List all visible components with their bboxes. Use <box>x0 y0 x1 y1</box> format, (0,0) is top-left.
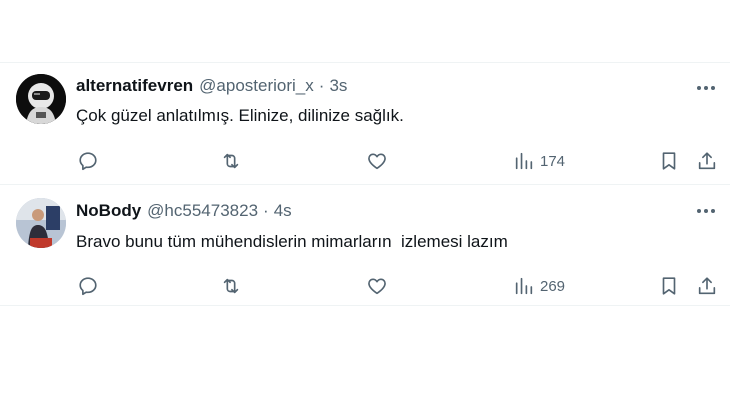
action-bar: 269 <box>0 271 730 301</box>
retweet-button[interactable] <box>220 146 242 176</box>
views-button[interactable]: 174 <box>513 146 565 176</box>
like-button[interactable] <box>366 146 388 176</box>
share-button[interactable] <box>696 271 718 301</box>
tweet[interactable]: alternatifevren @aposteriori_x · 3s Çok … <box>0 62 730 184</box>
bookmark-icon <box>662 152 676 170</box>
tweet[interactable]: NoBody @hc55473823 · 4s Bravo bunu tüm m… <box>0 185 730 305</box>
share-icon <box>698 277 716 295</box>
person-photo-avatar-icon <box>16 198 66 248</box>
views-count: 174 <box>540 152 566 170</box>
reply-icon <box>79 152 97 171</box>
reply-button[interactable] <box>77 271 99 301</box>
retweet-button[interactable] <box>220 271 242 301</box>
user-handle[interactable]: @aposteriori_x <box>199 76 314 96</box>
user-handle[interactable]: @hc55473823 <box>147 201 258 221</box>
astronaut-avatar-icon <box>16 74 66 124</box>
bookmark-button[interactable] <box>658 146 680 176</box>
bookmark-button[interactable] <box>658 271 680 301</box>
more-dots-icon[interactable] <box>694 201 718 221</box>
avatar[interactable] <box>16 198 66 248</box>
separator-dot: · <box>263 201 269 220</box>
action-bar: 174 <box>0 146 730 176</box>
like-button[interactable] <box>366 271 388 301</box>
tweet-text: Çok güzel anlatılmış. Elinize, dilinize … <box>76 106 404 125</box>
tweet-text: Bravo bunu tüm mühendislerin mimarların … <box>76 232 508 251</box>
views-button[interactable]: 269 <box>513 271 565 301</box>
tweet-header: alternatifevren @aposteriori_x · 3s <box>76 76 347 96</box>
timestamp[interactable]: 4s <box>274 201 292 221</box>
share-icon <box>698 152 716 170</box>
retweet-icon <box>223 278 239 294</box>
timestamp[interactable]: 3s <box>329 76 347 96</box>
like-heart-icon <box>368 278 386 295</box>
views-bar-chart-icon <box>515 277 533 295</box>
avatar[interactable] <box>16 74 66 124</box>
display-name[interactable]: NoBody <box>76 201 141 221</box>
divider <box>0 305 730 306</box>
reply-button[interactable] <box>77 146 99 176</box>
display-name[interactable]: alternatifevren <box>76 76 193 96</box>
separator-dot: · <box>318 76 325 95</box>
views-bar-chart-icon <box>515 152 533 170</box>
tweet-header: NoBody @hc55473823 · 4s <box>76 201 292 221</box>
share-button[interactable] <box>696 146 718 176</box>
bookmark-icon <box>662 277 676 295</box>
retweet-icon <box>223 153 239 169</box>
reply-icon <box>79 277 97 296</box>
more-dots-icon[interactable] <box>694 78 718 98</box>
views-count: 269 <box>540 277 566 295</box>
like-heart-icon <box>368 153 386 170</box>
